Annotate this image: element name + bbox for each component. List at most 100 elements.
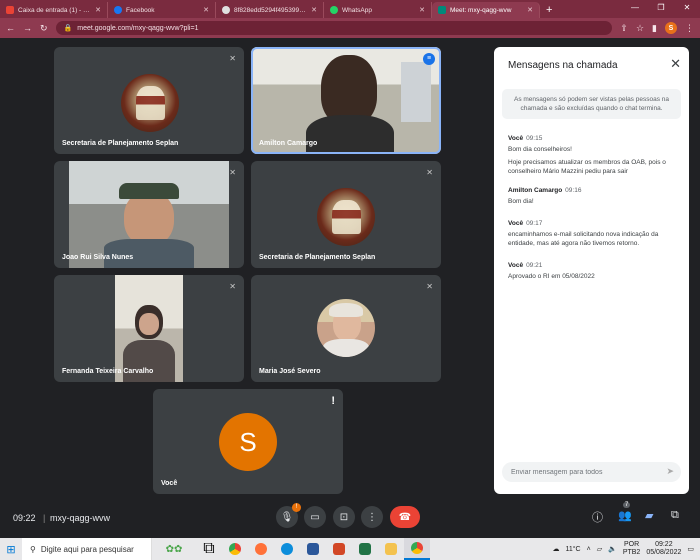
participant-tile[interactable]: ✕ Fernanda Teixeira Carvalho	[54, 275, 244, 382]
minimize-icon[interactable]: —	[622, 0, 648, 16]
close-tab-icon[interactable]: ✕	[203, 6, 209, 14]
message-text: Aprovado o RI em 05/08/2022	[508, 273, 595, 280]
mic-off-icon: ✕	[229, 168, 236, 177]
close-window-icon[interactable]: ✕	[674, 0, 700, 16]
tab-title: Caixa de entrada (1) - pla	[18, 6, 92, 14]
facebook-icon	[114, 6, 122, 14]
firefox-app-icon[interactable]	[248, 538, 274, 560]
participant-tile-active[interactable]: ≡ Amilton Camargo	[251, 47, 441, 154]
tab-meet[interactable]: Meet: mxy-qagg-wvw ✕	[432, 2, 540, 18]
participant-name: Secretaria de Planejamento Seplan	[62, 140, 179, 147]
participant-name: Você	[161, 480, 178, 487]
language-indicator[interactable]: POR PTB2	[623, 541, 641, 557]
url-text: meet.google.com/mxy-qagg-wvw?pli=1	[77, 24, 199, 32]
participant-name: Joao Rui Silva Nunes	[62, 254, 134, 261]
close-tab-icon[interactable]: ✕	[311, 6, 317, 14]
sidepanel-icon[interactable]: ▮	[652, 23, 657, 34]
edge-app-icon[interactable]	[274, 538, 300, 560]
participant-tile[interactable]: ✕ Secretaria de Planejamento Seplan	[54, 47, 244, 154]
notifications-icon[interactable]: ▭	[687, 545, 694, 553]
chat-message: Você 09:15 Bom dia conselheiros! Hoje pre…	[508, 135, 680, 176]
participant-name: Amilton Camargo	[259, 140, 318, 147]
activities-icon[interactable]: ⧉	[671, 509, 679, 522]
chat-icon[interactable]: ▰	[645, 509, 653, 522]
new-tab-icon[interactable]: +	[540, 2, 558, 18]
search-placeholder: Digite aqui para pesquisar	[40, 544, 134, 554]
tab-title: 8f828edd5294f495399590...	[234, 6, 307, 14]
present-screen-button[interactable]: ⊡	[333, 506, 355, 528]
message-time: 09:15	[526, 135, 543, 142]
alert-icon[interactable]: !	[331, 395, 335, 407]
message-sender: Amilton Camargo	[508, 187, 563, 194]
tab-gmail[interactable]: Caixa de entrada (1) - pla ✕	[0, 2, 108, 18]
send-icon[interactable]: ➤	[666, 466, 674, 477]
task-view-icon[interactable]: ⧉	[196, 538, 222, 560]
chat-panel-title: Mensagens na chamada	[508, 60, 618, 71]
weather-icon[interactable]: ☁	[552, 545, 559, 553]
chat-message-input[interactable]	[502, 462, 681, 482]
mic-off-icon: ✕	[426, 282, 433, 291]
chrome-active-app-icon[interactable]	[404, 538, 430, 560]
meet-icon	[438, 6, 446, 14]
more-options-button[interactable]: ⋮	[361, 506, 383, 528]
powerpoint-app-icon[interactable]	[326, 538, 352, 560]
mic-off-icon: ✕	[229, 54, 236, 63]
back-icon[interactable]: ←	[6, 23, 15, 33]
share-icon[interactable]: ⇪	[620, 23, 628, 34]
mic-toggle-button[interactable]: 🎙 !	[276, 503, 301, 528]
leave-call-button[interactable]: ☎	[390, 506, 420, 528]
close-tab-icon[interactable]: ✕	[95, 6, 101, 14]
message-time: 09:16	[565, 187, 582, 194]
camera-toggle-button[interactable]: ▭	[304, 506, 326, 528]
close-tab-icon[interactable]: ✕	[527, 6, 533, 14]
forward-icon[interactable]: →	[23, 23, 32, 33]
tray-chevron-icon[interactable]: ˄	[587, 546, 591, 553]
message-sender: Você	[508, 135, 524, 142]
taskbar-clock[interactable]: 09:22 05/08/2022	[646, 541, 681, 557]
message-text: Hoje precisamos atualizar os membros da …	[508, 159, 666, 175]
lang-bottom: PTB2	[622, 549, 641, 556]
url-field[interactable]: 🔒 meet.google.com/mxy-qagg-wvw?pli=1	[55, 21, 613, 35]
taskbar-search[interactable]: ⚲ Digite aqui para pesquisar	[22, 538, 152, 560]
network-icon[interactable]: ▱	[597, 545, 602, 553]
close-icon[interactable]: ✕	[670, 56, 681, 72]
windows-taskbar: ⊞ ⚲ Digite aqui para pesquisar ✿✿ ⧉ ☁ 11…	[0, 538, 700, 560]
separator: |	[43, 513, 46, 523]
message-time: 09:17	[526, 220, 543, 227]
word-app-icon[interactable]	[300, 538, 326, 560]
people-icon[interactable]: 👥 7	[618, 502, 632, 522]
clock-date: 05/08/2022	[646, 549, 682, 556]
tab-facebook[interactable]: Facebook ✕	[108, 2, 216, 18]
participant-tile[interactable]: ✕ Joao Rui Silva Nunes	[54, 161, 244, 268]
self-tile[interactable]: ! S Você	[153, 389, 343, 494]
volume-icon[interactable]: 🔈	[608, 545, 617, 553]
camera-icon: ▭	[310, 511, 320, 523]
excel-app-icon[interactable]	[352, 538, 378, 560]
participant-tile[interactable]: ✕ Maria José Severo	[251, 275, 441, 382]
menu-icon[interactable]: ⋮	[685, 23, 694, 34]
participant-tile[interactable]: ✕ Secretaria de Planejamento Seplan	[251, 161, 441, 268]
message-text: Bom dia conselheiros!	[508, 146, 572, 153]
clock-time: 09:22	[655, 541, 673, 548]
info-icon[interactable]: ⓘ	[592, 509, 603, 525]
mic-warning-badge: !	[292, 503, 301, 512]
message-time: 09:21	[526, 262, 543, 269]
chrome-app-icon[interactable]	[222, 538, 248, 560]
address-bar: ← → ↻ 🔒 meet.google.com/mxy-qagg-wvw?pli…	[0, 18, 700, 38]
maximize-icon[interactable]: ❐	[648, 0, 674, 16]
tab-whatsapp[interactable]: WhatsApp ✕	[324, 2, 432, 18]
search-highlight-image[interactable]: ✿✿	[152, 538, 196, 560]
browser-tabstrip: Caixa de entrada (1) - pla ✕ Facebook ✕ …	[0, 0, 700, 18]
star-icon[interactable]: ☆	[636, 23, 644, 34]
file-explorer-icon[interactable]	[378, 538, 404, 560]
tab-file[interactable]: 8f828edd5294f495399590... ✕	[216, 2, 324, 18]
profile-avatar[interactable]: S	[665, 22, 677, 34]
close-tab-icon[interactable]: ✕	[419, 6, 425, 14]
weather-temp[interactable]: 11°C	[565, 546, 580, 553]
address-bar-actions: ⇪ ☆ ▮ S ⋮	[620, 22, 694, 34]
reload-icon[interactable]: ↻	[40, 23, 48, 34]
mic-off-icon: 🎙	[280, 511, 294, 523]
windows-start-icon[interactable]: ⊞	[0, 538, 22, 560]
participant-name: Fernanda Teixeira Carvalho	[62, 368, 154, 375]
meeting-controls-bar: 09:22 | mxy-qagg-wvw 🎙 ! ▭ ⊡ ⋮ ☎ ⓘ 👥 7 ▰ …	[0, 500, 700, 536]
